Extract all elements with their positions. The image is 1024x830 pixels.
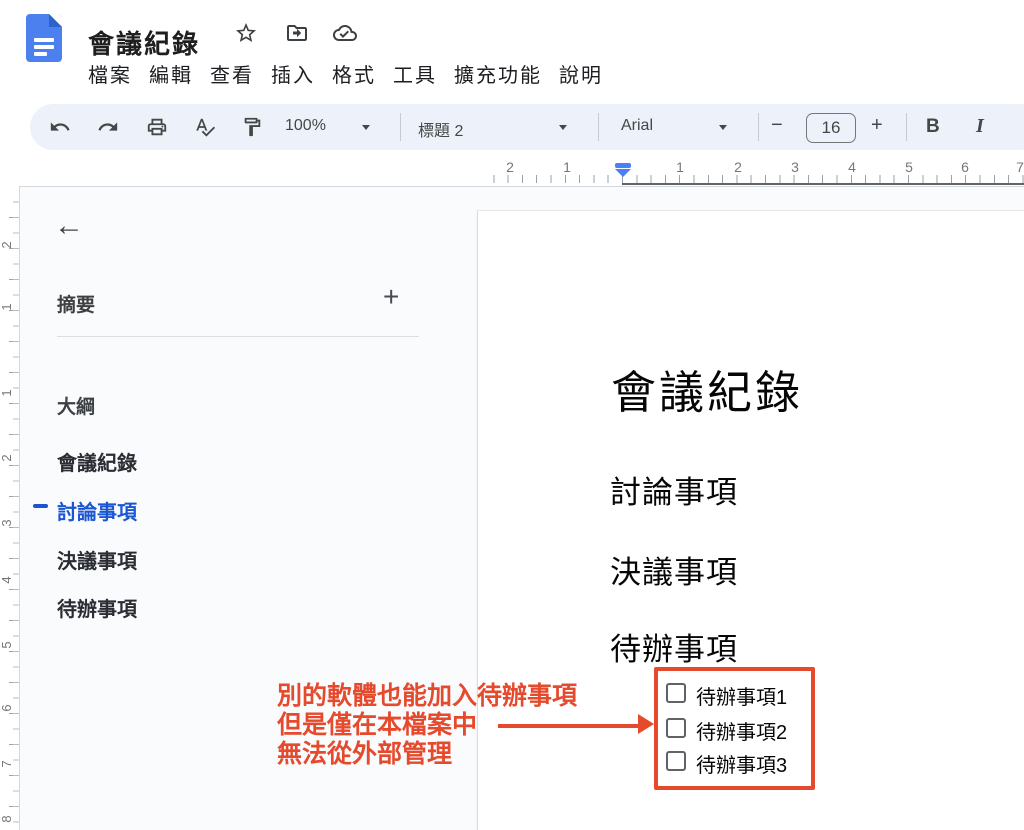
arrow-right-icon [498, 724, 638, 728]
outline-label: 大綱 [57, 392, 95, 419]
vertical-ruler [13, 187, 19, 827]
annotation-line: 別的軟體也能加入待辦事項 [277, 682, 577, 711]
ruler-label: 1 [673, 159, 687, 175]
ruler-text-area-line [622, 183, 1024, 185]
ruler-label: 6 [958, 159, 972, 175]
ruler-label: 4 [0, 573, 14, 587]
menu-edit[interactable]: 編輯 [149, 59, 193, 88]
doc-heading[interactable]: 討論事項 [610, 467, 738, 512]
ruler-label: 1 [0, 300, 14, 314]
ruler-label: 2 [731, 159, 745, 175]
outline-item[interactable]: 會議紀錄 [57, 447, 137, 476]
ruler-label: 1 [560, 159, 574, 175]
ruler-label: 2 [0, 238, 14, 252]
ruler-label: 7 [0, 757, 14, 771]
doc-heading[interactable]: 待辦事項 [610, 624, 738, 669]
font-family-select[interactable]: Arial [621, 117, 653, 135]
ruler-label: 8 [0, 812, 14, 826]
toolbar-separator [598, 113, 599, 141]
arrow-right-icon [638, 714, 654, 734]
ruler-label: 3 [0, 516, 14, 530]
close-outline-button[interactable]: ← [54, 211, 84, 241]
star-icon[interactable] [234, 21, 258, 45]
increase-font-size-button[interactable]: + [871, 114, 883, 137]
zoom-caret-icon[interactable] [362, 125, 370, 130]
divider [19, 187, 20, 830]
print-icon[interactable] [146, 116, 168, 138]
ruler-label: 4 [845, 159, 859, 175]
toolbar-separator [400, 113, 401, 141]
ruler-label: 1 [0, 386, 14, 400]
doc-heading-title[interactable]: 會議紀錄 [611, 356, 803, 421]
ruler-label: 6 [0, 701, 14, 715]
toolbar: 100% 標題 2 Arial − 16 + B I [30, 104, 1024, 150]
zoom-select[interactable]: 100% [285, 117, 326, 135]
indent-marker-icon[interactable] [615, 163, 631, 168]
divider [19, 186, 1024, 187]
menu-extensions[interactable]: 擴充功能 [454, 59, 542, 88]
outline-item-active[interactable]: 討論事項 [57, 496, 137, 525]
doc-heading[interactable]: 決議事項 [610, 547, 738, 592]
active-outline-marker [33, 504, 48, 508]
menu-bar: 檔案 編輯 查看 插入 格式 工具 擴充功能 說明 [88, 59, 603, 88]
ruler-label: 5 [0, 638, 14, 652]
menu-insert[interactable]: 插入 [271, 59, 315, 88]
move-folder-icon[interactable] [285, 21, 309, 45]
menu-view[interactable]: 查看 [210, 59, 254, 88]
font-caret-icon[interactable] [719, 125, 727, 130]
annotation-line: 無法從外部管理 [277, 740, 577, 769]
ruler-label: 2 [503, 159, 517, 175]
divider [57, 336, 419, 337]
ruler-label: 3 [788, 159, 802, 175]
add-summary-button[interactable]: + [383, 283, 399, 311]
indent-marker-icon[interactable] [615, 169, 631, 177]
toolbar-separator [906, 113, 907, 141]
paragraph-style-select[interactable]: 標題 2 [418, 117, 463, 141]
italic-button[interactable]: I [976, 115, 984, 138]
menu-file[interactable]: 檔案 [88, 59, 132, 88]
toolbar-separator [758, 113, 759, 141]
ruler-label: 2 [0, 451, 14, 465]
bold-button[interactable]: B [926, 116, 940, 138]
ruler-label: 7 [1013, 159, 1024, 175]
outline-item[interactable]: 待辦事項 [57, 593, 137, 622]
document-title-input[interactable]: 會議紀錄 [88, 24, 200, 61]
paint-format-icon[interactable] [241, 116, 263, 138]
docs-icon[interactable] [26, 14, 62, 62]
horizontal-ruler [480, 175, 1024, 183]
undo-icon[interactable] [49, 116, 71, 138]
google-docs-app: 會議紀錄 檔案 編輯 查看 插入 格式 工具 擴充功能 說明 [0, 0, 1024, 830]
spellcheck-icon[interactable] [194, 116, 216, 138]
summary-label: 摘要 [57, 290, 95, 317]
decrease-font-size-button[interactable]: − [771, 114, 783, 137]
ruler-label: 5 [902, 159, 916, 175]
outline-item[interactable]: 決議事項 [57, 545, 137, 574]
font-size-input[interactable]: 16 [806, 113, 856, 143]
menu-format[interactable]: 格式 [332, 59, 376, 88]
cloud-saved-icon[interactable] [333, 21, 357, 45]
style-caret-icon[interactable] [559, 125, 567, 130]
menu-help[interactable]: 說明 [559, 59, 603, 88]
annotation-highlight-box [654, 667, 815, 790]
menu-tools[interactable]: 工具 [393, 59, 437, 88]
redo-icon[interactable] [97, 116, 119, 138]
